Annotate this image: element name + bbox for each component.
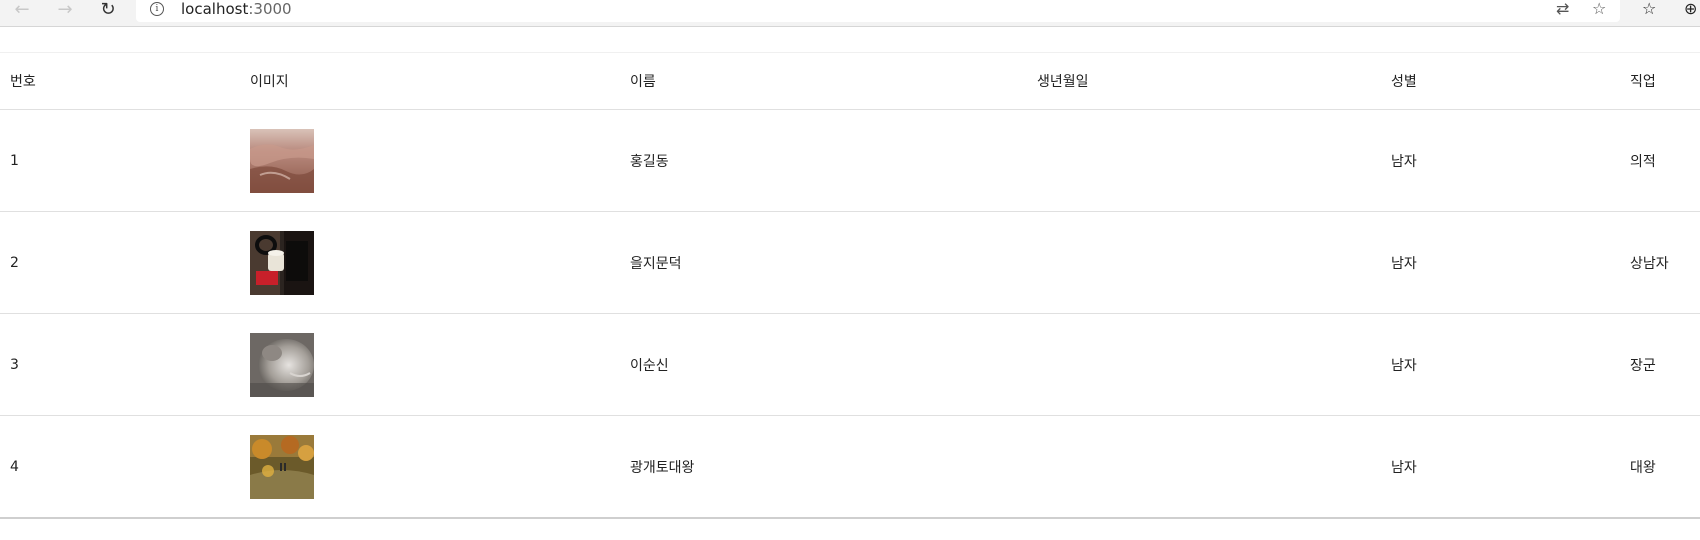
cell-job: 상남자 bbox=[1630, 255, 1669, 272]
header-birth: 생년월일 bbox=[1037, 74, 1089, 90]
table-row: 3 이순신 남자 장군 bbox=[0, 314, 1700, 416]
autumn-thumbnail bbox=[250, 434, 314, 499]
cell-num: 3 bbox=[10, 356, 19, 373]
back-arrow-icon[interactable]: ← bbox=[10, 0, 34, 20]
cell-name: 광개토대왕 bbox=[630, 459, 695, 476]
cell-job: 장군 bbox=[1630, 357, 1656, 374]
cup-thumbnail bbox=[250, 230, 314, 295]
cell-job: 대왕 bbox=[1630, 459, 1656, 476]
cell-gender: 남자 bbox=[1391, 357, 1417, 374]
translate-icon[interactable]: ⇄ bbox=[1556, 0, 1569, 18]
refresh-icon[interactable]: ↻ bbox=[96, 0, 120, 20]
star-icon[interactable]: ☆ bbox=[1592, 0, 1606, 18]
cell-gender: 남자 bbox=[1391, 153, 1417, 170]
address-bar[interactable]: i localhost:3000 ⇄ ☆ bbox=[136, 0, 1620, 22]
table-row: 1 홍길동 남자 의적 bbox=[0, 110, 1700, 212]
cell-gender: 남자 bbox=[1391, 255, 1417, 272]
cell-name: 이순신 bbox=[630, 357, 669, 374]
browser-toolbar: ← → ↻ i localhost:3000 ⇄ ☆ ☆ ⊕ bbox=[0, 0, 1700, 27]
header-name: 이름 bbox=[630, 74, 656, 90]
forward-arrow-icon[interactable]: → bbox=[53, 0, 77, 20]
cat-thumbnail bbox=[250, 332, 314, 397]
cell-gender: 남자 bbox=[1391, 459, 1417, 476]
header-gender: 성별 bbox=[1391, 74, 1417, 90]
info-icon[interactable]: i bbox=[150, 2, 164, 16]
landscape-thumbnail bbox=[250, 128, 314, 193]
cell-name: 홍길동 bbox=[630, 153, 669, 170]
header-job: 직업 bbox=[1630, 74, 1656, 90]
cell-num: 4 bbox=[10, 458, 19, 475]
cell-name: 을지문덕 bbox=[630, 255, 682, 272]
url-text[interactable]: localhost:3000 bbox=[181, 0, 292, 18]
cell-num: 2 bbox=[10, 254, 19, 271]
table-row: 2 을지문덕 남자 상남자 bbox=[0, 212, 1700, 314]
collections-icon[interactable]: ⊕ bbox=[1684, 0, 1697, 18]
favorites-icon[interactable]: ☆ bbox=[1642, 0, 1656, 18]
cell-job: 의적 bbox=[1630, 153, 1656, 170]
cell-num: 1 bbox=[10, 152, 19, 169]
header-image: 이미지 bbox=[250, 74, 289, 90]
table-header-row: 번호 이미지 이름 생년월일 성별 직업 bbox=[0, 53, 1700, 110]
header-num: 번호 bbox=[10, 74, 36, 90]
table-row: 4 광개토대왕 남자 대왕 bbox=[0, 416, 1700, 519]
